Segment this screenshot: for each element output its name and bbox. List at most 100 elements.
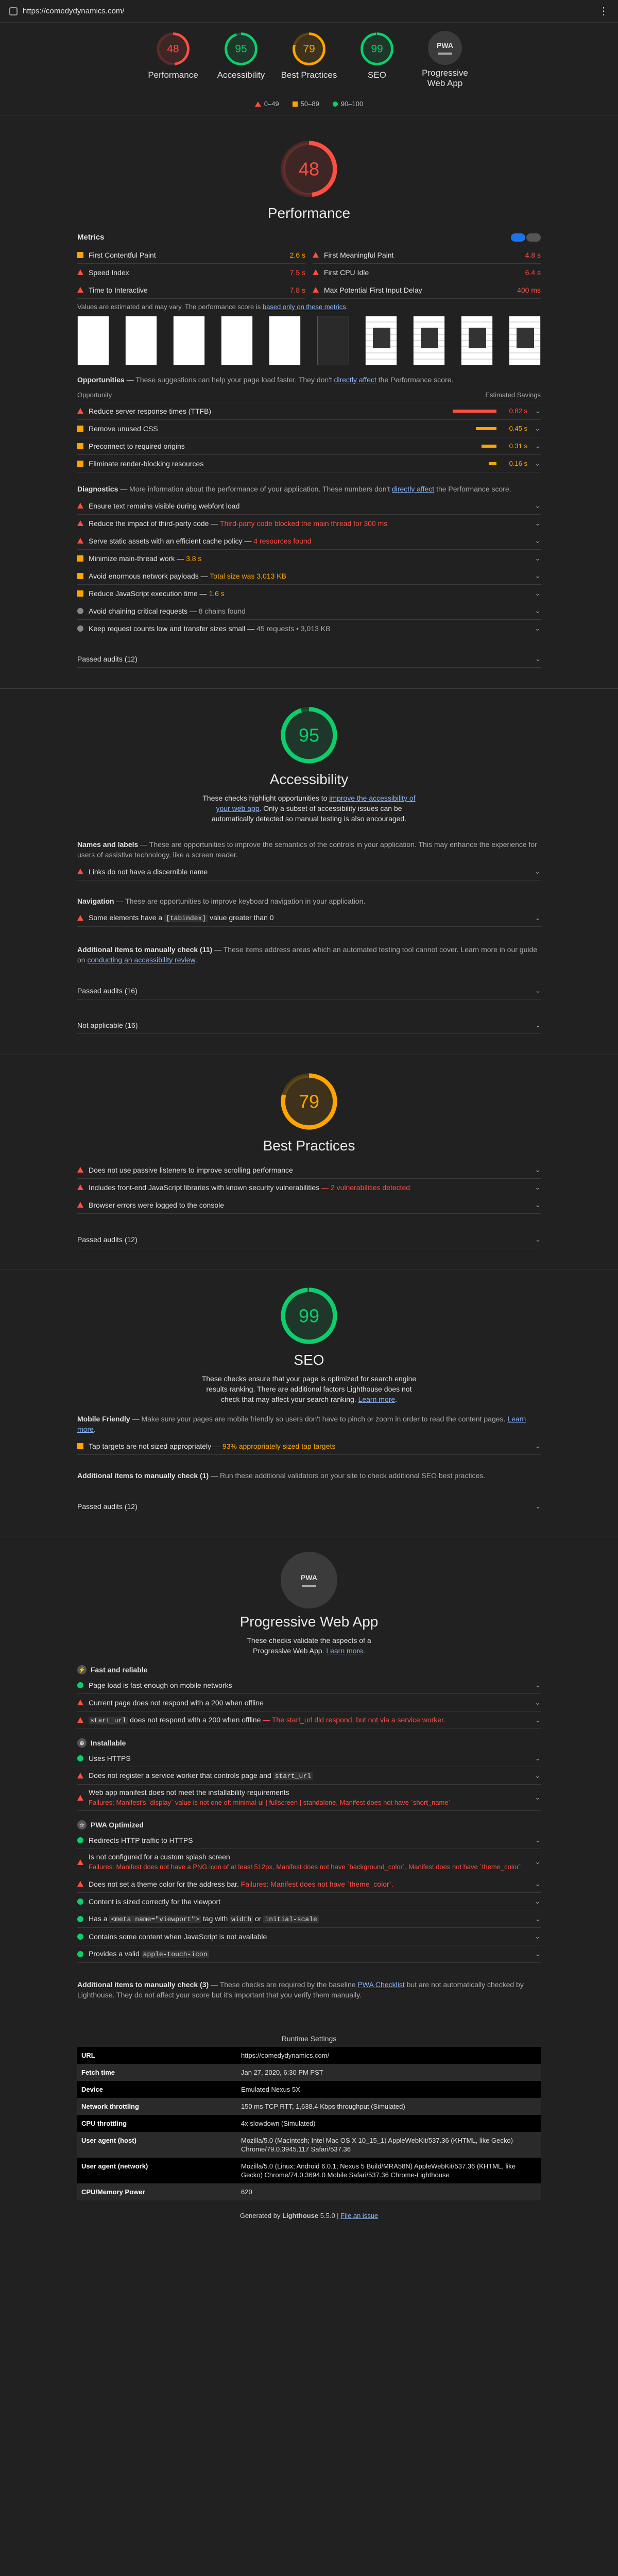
chevron-down-icon[interactable]: ⌄ xyxy=(535,442,541,450)
opportunities-columns: Opportunity Estimated Savings xyxy=(77,388,541,402)
pwa-audit-row[interactable]: Does not set a theme color for the addre… xyxy=(77,1875,541,1893)
pwa-audit-row[interactable]: Does not register a service worker that … xyxy=(77,1767,541,1785)
pwa-audit-row[interactable]: Is not configured for a custom splash sc… xyxy=(77,1849,541,1875)
a11y-audit-row[interactable]: Some elements have a [tabindex] value gr… xyxy=(77,909,541,927)
bp-audit-row[interactable]: Includes front-end JavaScript libraries … xyxy=(77,1179,541,1196)
diagnostic-row[interactable]: Reduce the impact of third-party code — … xyxy=(77,515,541,532)
metric-value: 4.8 s xyxy=(525,250,541,259)
pwa-audit-row[interactable]: Current page does not respond with a 200… xyxy=(77,1694,541,1711)
seo-learn-more-link[interactable]: Learn more xyxy=(358,1395,396,1403)
bp-audit-row[interactable]: Does not use passive listeners to improv… xyxy=(77,1161,541,1179)
pwa-audit-row[interactable]: Redirects HTTP traffic to HTTPS ⌄ xyxy=(77,1832,541,1849)
summary-gauge-progressive-web-app[interactable]: PWA Progressive Web App xyxy=(417,31,473,89)
report-url[interactable]: https://comedydynamics.com/ xyxy=(23,7,598,15)
pwa-audit-row[interactable]: Content is sized correctly for the viewp… xyxy=(77,1893,541,1910)
a11y-audit-row[interactable]: Links do not have a discernible name ⌄ xyxy=(77,863,541,880)
opportunity-row[interactable]: Remove unused CSS 0.45 s ⌄ xyxy=(77,420,541,437)
runtime-key: Network throttling xyxy=(81,2103,139,2110)
pass-circle-icon xyxy=(77,1898,83,1905)
seo-passed-audits[interactable]: Passed audits (12) ⌄ xyxy=(77,1493,541,1515)
chevron-down-icon[interactable]: ⌄ xyxy=(535,1772,541,1780)
pwa-audit-row[interactable]: Provides a valid apple-touch-icon ⌄ xyxy=(77,1945,541,1963)
chevron-down-icon[interactable]: ⌄ xyxy=(535,1880,541,1888)
chevron-down-icon[interactable]: ⌄ xyxy=(535,537,541,545)
pwa-audit-row[interactable]: Uses HTTPS ⌄ xyxy=(77,1750,541,1767)
a11y-not-applicable[interactable]: Not applicable (16) ⌄ xyxy=(77,1012,541,1034)
chevron-down-icon[interactable]: ⌄ xyxy=(535,1754,541,1762)
chevron-down-icon[interactable]: ⌄ xyxy=(535,589,541,598)
pwa-audit-row[interactable]: Has a <meta name="viewport"> tag with wi… xyxy=(77,1910,541,1928)
summary-gauge-best-practices[interactable]: 79 Best Practices xyxy=(281,31,337,89)
opportunity-row[interactable]: Preconnect to required origins 0.31 s ⌄ xyxy=(77,437,541,455)
diagnostic-row[interactable]: Reduce JavaScript execution time — 1.6 s… xyxy=(77,585,541,602)
chevron-down-icon[interactable]: ⌄ xyxy=(535,1183,541,1192)
chevron-down-icon[interactable]: ⌄ xyxy=(535,1166,541,1174)
chevron-down-icon[interactable]: ⌄ xyxy=(535,554,541,563)
chevron-down-icon[interactable]: ⌄ xyxy=(535,519,541,528)
chevron-down-icon[interactable]: ⌄ xyxy=(535,624,541,633)
opportunity-row[interactable]: Reduce server response times (TTFB) 0.82 … xyxy=(77,402,541,420)
score-summary: 48 Performance 95 Accessibility 79 Best Pract… xyxy=(0,23,618,94)
chevron-down-icon[interactable]: ⌄ xyxy=(535,607,541,615)
chevron-down-icon[interactable]: ⌄ xyxy=(535,1897,541,1906)
opportunity-row[interactable]: Eliminate render-blocking resources 0.16 … xyxy=(77,455,541,472)
metric-name: First CPU Idle xyxy=(324,268,369,277)
perf-passed-audits[interactable]: Passed audits (12) ⌄ xyxy=(77,646,541,668)
diagnostic-row[interactable]: Serve static assets with an efficient ca… xyxy=(77,532,541,550)
chevron-down-icon[interactable]: ⌄ xyxy=(535,1442,541,1450)
chevron-down-icon[interactable]: ⌄ xyxy=(535,407,541,415)
opp-affect-link[interactable]: directly affect xyxy=(334,376,376,384)
score-gauge-icon: 79 xyxy=(281,1073,337,1130)
summary-gauge-accessibility[interactable]: 95 Accessibility xyxy=(213,31,269,89)
diagnostic-row[interactable]: Avoid chaining critical requests — 8 cha… xyxy=(77,602,541,620)
metric-name: Speed Index xyxy=(89,268,129,277)
score-calc-link[interactable]: based only on these metrics xyxy=(263,303,346,311)
chevron-down-icon[interactable]: ⌄ xyxy=(535,460,541,468)
chevron-down-icon[interactable]: ⌄ xyxy=(535,1858,541,1866)
savings-bar xyxy=(450,409,496,413)
pwa-audit-row[interactable]: Web app manifest does not meet the insta… xyxy=(77,1785,541,1811)
chevron-down-icon[interactable]: ⌄ xyxy=(535,1950,541,1958)
pwa-audit-row[interactable]: Contains some content when JavaScript is… xyxy=(77,1928,541,1945)
chevron-down-icon[interactable]: ⌄ xyxy=(535,1681,541,1689)
chevron-down-icon[interactable]: ⌄ xyxy=(535,1836,541,1844)
chevron-down-icon[interactable]: ⌄ xyxy=(535,1915,541,1923)
metrics-view-toggle[interactable] xyxy=(511,233,541,242)
metric-value: 2.6 s xyxy=(289,250,305,259)
pwa-audit-row[interactable]: start_url does not respond with a 200 wh… xyxy=(77,1711,541,1729)
chevron-down-icon[interactable]: ⌄ xyxy=(535,1699,541,1707)
summary-gauge-performance[interactable]: 48 Performance xyxy=(145,31,201,89)
diagnostic-row[interactable]: Ensure text remains visible during webfo… xyxy=(77,497,541,515)
chevron-down-icon[interactable]: ⌄ xyxy=(535,502,541,510)
performance-section: 48 Performance Metrics First Contentful … xyxy=(0,123,618,689)
diag-affect-link[interactable]: directly affect xyxy=(392,485,434,493)
diagnostic-row[interactable]: Avoid enormous network payloads — Total … xyxy=(77,567,541,585)
audit-name: Uses HTTPS xyxy=(89,1754,131,1762)
pwa-learn-more-link[interactable]: Learn more xyxy=(326,1647,363,1655)
chevron-down-icon[interactable]: ⌄ xyxy=(535,1716,541,1724)
chevron-down-icon[interactable]: ⌄ xyxy=(535,572,541,580)
file-issue-link[interactable]: File an issue xyxy=(340,2212,378,2219)
summary-gauge-seo[interactable]: 99 SEO xyxy=(349,31,405,89)
seo-audit-row[interactable]: Tap targets are not sized appropriately … xyxy=(77,1437,541,1455)
fail-triangle-icon xyxy=(77,1717,83,1723)
bp-audit-row[interactable]: Browser errors were logged to the consol… xyxy=(77,1196,541,1214)
pwa-checklist-link[interactable]: PWA Checklist xyxy=(357,1980,404,1989)
chevron-down-icon[interactable]: ⌄ xyxy=(535,1933,541,1941)
a11y-passed-audits[interactable]: Passed audits (16) ⌄ xyxy=(77,977,541,999)
bp-passed-audits[interactable]: Passed audits (12) ⌄ xyxy=(77,1226,541,1248)
chevron-down-icon[interactable]: ⌄ xyxy=(535,1793,541,1802)
pwa-audit-row[interactable]: Page load is fast enough on mobile netwo… xyxy=(77,1676,541,1694)
chevron-down-icon[interactable]: ⌄ xyxy=(535,1201,541,1209)
score-value: 79 xyxy=(303,43,315,55)
pass-circle-icon xyxy=(77,1951,83,1957)
menu-icon[interactable]: ⋮ xyxy=(598,5,609,18)
diagnostic-row[interactable]: Keep request counts low and transfer siz… xyxy=(77,620,541,637)
audit-display: 93% appropriately sized tap targets xyxy=(222,1442,336,1450)
chevron-down-icon[interactable]: ⌄ xyxy=(535,868,541,876)
audit-name: Current page does not respond with a 200… xyxy=(89,1698,264,1707)
a11y-review-link[interactable]: conducting an accessibility review xyxy=(87,956,195,964)
chevron-down-icon[interactable]: ⌄ xyxy=(535,425,541,433)
chevron-down-icon[interactable]: ⌄ xyxy=(535,914,541,922)
diagnostic-row[interactable]: Minimize main-thread work — 3.8 s ⌄ xyxy=(77,550,541,567)
